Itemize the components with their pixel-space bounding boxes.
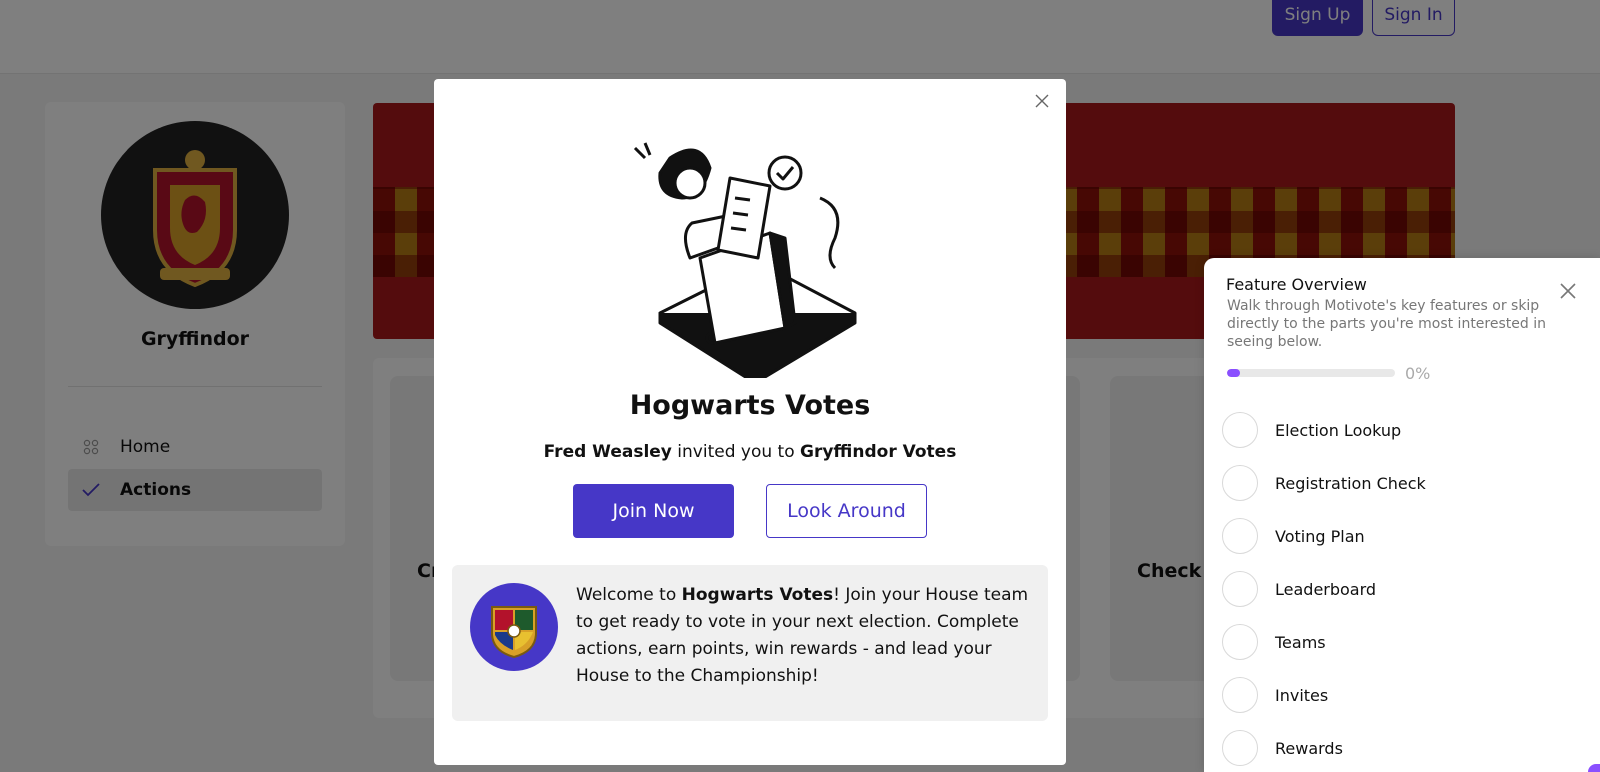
- welcome-app-name: Hogwarts Votes: [681, 585, 834, 605]
- look-around-button[interactable]: Look Around: [766, 484, 927, 538]
- close-icon[interactable]: [1032, 91, 1052, 111]
- checkbox-circle[interactable]: [1222, 412, 1258, 448]
- voting-illustration: [633, 142, 857, 378]
- feature-item-rewards[interactable]: Rewards: [1222, 728, 1562, 768]
- invite-message: Fred Weasley invited you to Gryffindor V…: [434, 442, 1066, 462]
- feature-item-label: Rewards: [1275, 738, 1343, 758]
- welcome-prefix: Welcome to: [576, 585, 682, 605]
- checkbox-circle[interactable]: [1222, 571, 1258, 607]
- feature-item-label: Election Lookup: [1275, 420, 1402, 440]
- team-name: Gryffindor Votes: [800, 442, 957, 462]
- feature-item-label: Leaderboard: [1275, 579, 1377, 599]
- checkbox-circle[interactable]: [1222, 518, 1258, 554]
- feature-item-invites[interactable]: Invites: [1222, 675, 1562, 715]
- join-now-button[interactable]: Join Now: [573, 484, 734, 538]
- checkbox-circle[interactable]: [1222, 624, 1258, 660]
- feature-item-registration-check[interactable]: Registration Check: [1222, 463, 1562, 503]
- inviter-name: Fred Weasley: [543, 442, 672, 462]
- feature-overview-title: Feature Overview: [1226, 275, 1367, 294]
- feature-overview-description: Walk through Motivote's key features or …: [1227, 298, 1546, 350]
- checkbox-circle[interactable]: [1222, 730, 1258, 766]
- chat-launcher-edge[interactable]: [1588, 764, 1600, 772]
- feature-item-leaderboard[interactable]: Leaderboard: [1222, 569, 1562, 609]
- feature-item-teams[interactable]: Teams: [1222, 622, 1562, 662]
- close-icon[interactable]: [1558, 281, 1578, 301]
- progress-bar: [1227, 369, 1395, 377]
- invite-text: invited you to: [677, 442, 795, 462]
- progress-percent: 0%: [1405, 364, 1431, 383]
- hogwarts-crest-image: [470, 583, 558, 671]
- welcome-message: Welcome to Hogwarts Votes! Join your Hou…: [576, 582, 1034, 690]
- feature-item-label: Teams: [1275, 632, 1326, 652]
- feature-item-label: Invites: [1275, 685, 1329, 705]
- feature-item-label: Voting Plan: [1275, 526, 1365, 546]
- modal-title: Hogwarts Votes: [629, 390, 871, 421]
- feature-item-election-lookup[interactable]: Election Lookup: [1222, 410, 1562, 450]
- feature-item-voting-plan[interactable]: Voting Plan: [1222, 516, 1562, 556]
- feature-item-label: Registration Check: [1275, 473, 1426, 493]
- checkbox-circle[interactable]: [1222, 465, 1258, 501]
- progress-bar-fill: [1227, 369, 1241, 377]
- checkbox-circle[interactable]: [1222, 677, 1258, 713]
